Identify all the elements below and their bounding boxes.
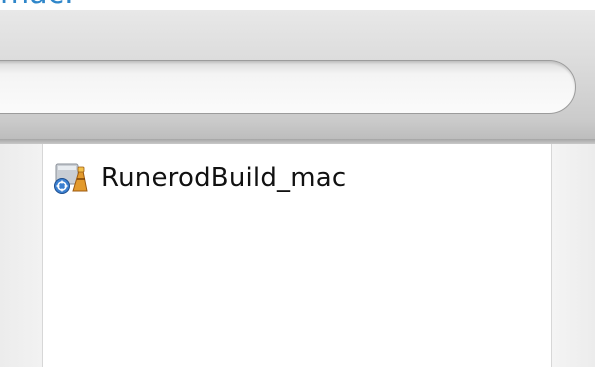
automator-app-icon bbox=[54, 163, 88, 194]
left-gutter bbox=[0, 144, 42, 367]
window: mac. RunerodBuild bbox=[0, 0, 595, 367]
page-title: mac. bbox=[0, 0, 74, 9]
file-list: RunerodBuild_mac bbox=[42, 144, 552, 367]
right-gutter bbox=[552, 144, 595, 367]
content-area: RunerodBuild_mac bbox=[0, 144, 595, 367]
file-name: RunerodBuild_mac bbox=[101, 163, 347, 193]
list-item[interactable]: RunerodBuild_mac bbox=[53, 156, 346, 200]
search-input[interactable] bbox=[0, 60, 576, 114]
